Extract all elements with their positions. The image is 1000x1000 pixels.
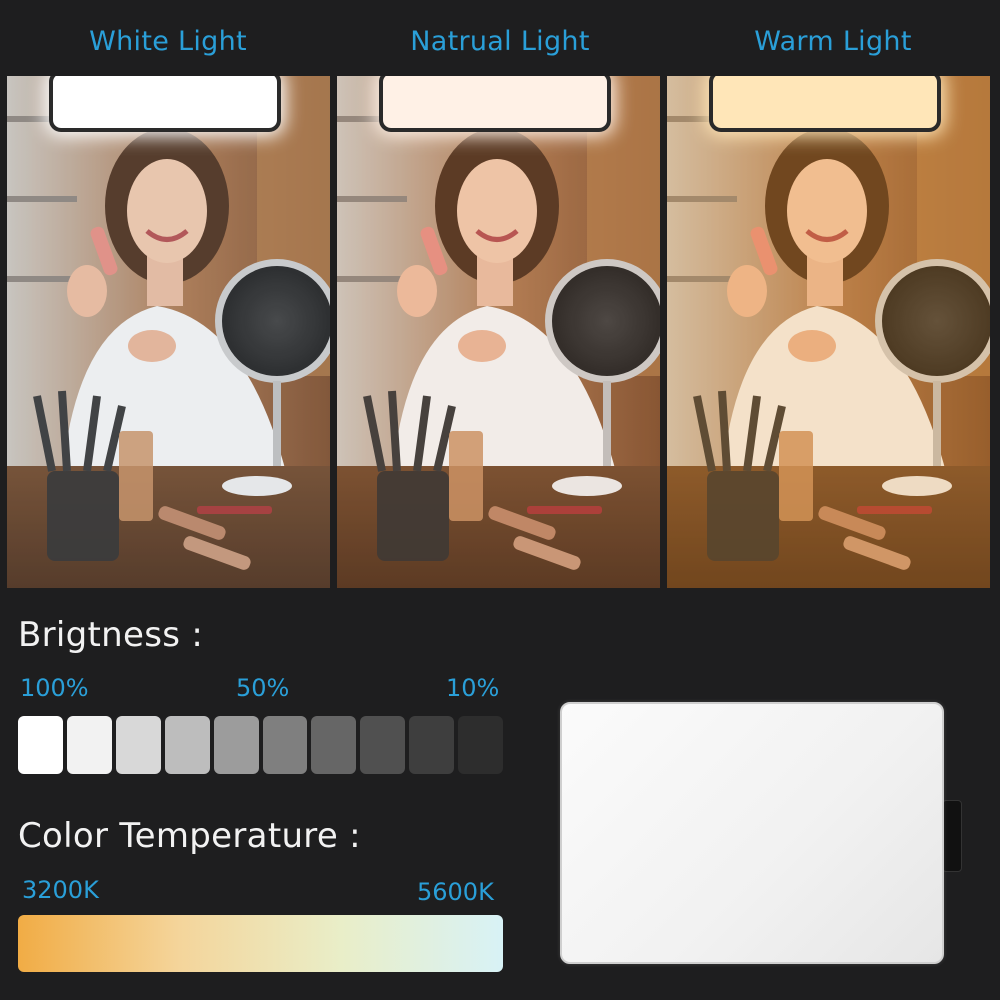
light-mount-knob xyxy=(942,800,962,872)
temp-min-label: 3200K xyxy=(22,876,99,904)
lamp-panel-swatch xyxy=(49,76,281,132)
scene-illustration xyxy=(337,76,660,588)
mode-label-natural: Natrual Light xyxy=(410,26,590,57)
brightness-swatch xyxy=(360,716,406,774)
brightness-swatch xyxy=(213,716,259,774)
lamp-panel-swatch xyxy=(379,76,611,132)
brightness-swatch xyxy=(311,716,357,774)
brightness-swatch xyxy=(66,716,112,774)
scene-illustration xyxy=(667,76,990,588)
brightness-label-mid: 50% xyxy=(236,674,290,702)
photo-panel-warm xyxy=(667,76,990,588)
photo-panel-natural xyxy=(337,76,660,588)
scene-illustration xyxy=(7,76,330,588)
brightness-swatch xyxy=(115,716,161,774)
brightness-label-low: 10% xyxy=(446,674,500,702)
color-temperature-bar xyxy=(18,915,503,972)
brightness-scale xyxy=(18,716,504,774)
lamp-panel-swatch xyxy=(709,76,941,132)
brightness-swatch xyxy=(18,716,63,774)
led-light-panel xyxy=(560,702,944,964)
temp-max-label: 5600K xyxy=(417,878,494,906)
brightness-title: Brigtness : xyxy=(18,615,204,655)
mode-label-white: White Light xyxy=(89,26,247,57)
brightness-label-high: 100% xyxy=(20,674,89,702)
brightness-swatch xyxy=(164,716,210,774)
mode-label-warm: Warm Light xyxy=(754,26,912,57)
brightness-swatch xyxy=(409,716,455,774)
brightness-swatch xyxy=(458,716,504,774)
color-temperature-title: Color Temperature : xyxy=(18,816,361,856)
photo-panel-white xyxy=(7,76,330,588)
brightness-swatch xyxy=(262,716,308,774)
